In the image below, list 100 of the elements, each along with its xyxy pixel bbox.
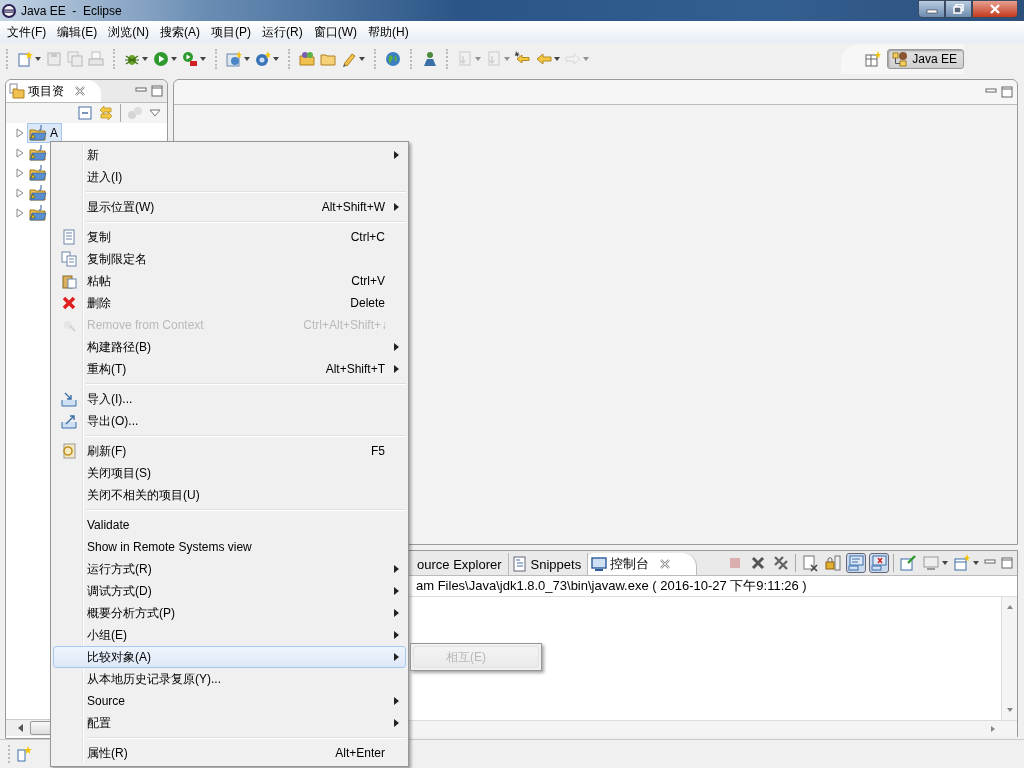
new-file-icon[interactable] <box>17 51 41 67</box>
menu-item-label: 刷新(F) <box>87 442 127 460</box>
menu-item[interactable]: Show in Remote Systems view <box>53 536 406 558</box>
menu-item[interactable]: 窗口(W) <box>308 21 363 43</box>
new-window-icon[interactable] <box>16 746 32 762</box>
menu-item-label: 重构(T) <box>87 360 127 378</box>
tree-item[interactable]: A <box>27 123 62 143</box>
close-button[interactable] <box>972 0 1018 18</box>
close-icon <box>989 4 1001 14</box>
view-tab[interactable]: ource Explorer <box>414 553 509 575</box>
view-tab[interactable]: 控制台 <box>588 553 698 575</box>
menu-item-label: 配置 <box>87 714 111 732</box>
restore-button[interactable] <box>945 0 972 18</box>
collapse-all-icon[interactable] <box>78 106 92 120</box>
remove-icon[interactable] <box>749 554 767 572</box>
run-toolbox-icon[interactable] <box>182 51 206 67</box>
view-menu-icon[interactable] <box>149 108 161 118</box>
menu-item-label: 比较对象(A) <box>87 648 151 666</box>
folder-icon <box>9 83 25 99</box>
menu-item[interactable]: 编辑(E) <box>52 21 104 43</box>
minimize-button[interactable] <box>918 0 945 18</box>
pin-icon[interactable] <box>899 554 917 572</box>
monitor-icon[interactable] <box>847 554 865 572</box>
menu-item[interactable]: 关闭不相关的项目(U) <box>53 484 406 506</box>
menu-item[interactable]: 从本地历史记录复原(Y)... <box>53 668 406 690</box>
menu-item[interactable]: 重构(T) Alt+Shift+T <box>53 358 406 380</box>
export-icon <box>61 413 77 429</box>
open-console-icon[interactable] <box>953 554 979 572</box>
scroll-lock-icon[interactable] <box>824 554 842 572</box>
remove-all-icon[interactable] <box>772 554 790 572</box>
menu-item-label: 关闭不相关的项目(U) <box>87 486 200 504</box>
paste-icon <box>61 273 77 289</box>
menu-item[interactable]: 粘帖 Ctrl+V <box>53 270 406 292</box>
menu-item[interactable]: 帮助(H) <box>363 21 415 43</box>
open-perspective-icon[interactable] <box>865 51 882 67</box>
maximize-icon[interactable] <box>1001 86 1013 98</box>
menu-item[interactable]: Source <box>53 690 406 712</box>
menu-item[interactable]: 构建路径(B) <box>53 336 406 358</box>
menu-item[interactable]: 新 <box>53 144 406 166</box>
menu-item[interactable]: 进入(I) <box>53 166 406 188</box>
project-icon[interactable] <box>27 163 49 183</box>
last-edit-icon[interactable] <box>515 51 531 67</box>
maximize-icon[interactable] <box>1001 557 1013 569</box>
menu-item[interactable]: 配置 <box>53 712 406 734</box>
menu-item-label: 小组(E) <box>87 626 127 644</box>
service-icon[interactable] <box>255 51 279 67</box>
menu-item[interactable]: 刷新(F) F5 <box>53 440 406 462</box>
menu-item[interactable]: 显示位置(W) Alt+Shift+W <box>53 196 406 218</box>
pen-icon[interactable] <box>341 51 365 67</box>
menu-item[interactable]: 导出(O)... <box>53 410 406 432</box>
submenu-arrow-icon <box>393 631 399 639</box>
view-tab[interactable]: Snippets <box>508 553 589 575</box>
shortcut-label: Alt+Enter <box>335 746 385 760</box>
menu-item-label: 导入(I)... <box>87 390 133 408</box>
run-icon[interactable] <box>153 51 177 67</box>
perspective-button[interactable]: Java EE <box>887 49 964 69</box>
menu-item[interactable]: 复制 Ctrl+C <box>53 226 406 248</box>
close-icon[interactable] <box>75 86 85 96</box>
submenu-arrow-icon <box>393 697 399 705</box>
submenu-arrow-icon <box>393 609 399 617</box>
menu-item[interactable]: 比较对象(A) <box>53 646 406 668</box>
submenu-arrow-icon <box>393 719 399 727</box>
maximize-icon[interactable] <box>151 85 163 97</box>
project-icon[interactable] <box>27 183 49 203</box>
shortcut-label: Alt+Shift+T <box>325 362 385 376</box>
project-explorer-tab[interactable]: 项目资 <box>6 80 101 102</box>
document-icon <box>511 556 528 572</box>
menu-item[interactable]: 浏览(N) <box>103 21 155 43</box>
project-icon[interactable] <box>27 203 49 223</box>
globe-icon[interactable] <box>385 51 401 67</box>
display-icon[interactable] <box>922 554 948 572</box>
menu-item-label: 复制 <box>87 228 111 246</box>
nodes-icon[interactable] <box>127 105 143 121</box>
menu-item-label: 概要分析方式(P) <box>87 604 175 622</box>
menu-item[interactable]: 删除 Delete <box>53 292 406 314</box>
menu-item[interactable]: 关闭项目(S) <box>53 462 406 484</box>
clear-console-icon[interactable] <box>801 554 819 572</box>
menu-item[interactable]: 小组(E) <box>53 624 406 646</box>
menu-item[interactable]: 文件(F) <box>2 21 53 43</box>
menu-item[interactable]: 概要分析方式(P) <box>53 602 406 624</box>
person-icon[interactable] <box>421 51 437 67</box>
back-arrow-icon[interactable] <box>536 51 560 67</box>
menu-item[interactable]: 导入(I)... <box>53 388 406 410</box>
menu-item[interactable]: 项目(P) <box>206 21 257 43</box>
menu-item-label: 导出(O)... <box>87 412 139 430</box>
delete-icon <box>61 295 77 311</box>
open-folder-icon[interactable] <box>299 51 315 67</box>
menu-item-label: 构建路径(B) <box>87 338 151 356</box>
menu-item[interactable]: 运行(R) <box>257 21 309 43</box>
monitor-error-icon[interactable] <box>870 554 888 572</box>
menu-item-label: 复制限定名 <box>87 250 147 268</box>
close-icon[interactable] <box>660 559 671 569</box>
folder-icon[interactable] <box>320 51 336 67</box>
project-icon[interactable] <box>27 143 49 163</box>
shortcut-label: Alt+Shift+W <box>321 200 385 214</box>
menu-item[interactable]: 复制限定名 <box>53 248 406 270</box>
link-icon[interactable] <box>98 105 114 121</box>
menu-item-label: Validate <box>87 518 130 532</box>
menu-item[interactable]: 搜索(A) <box>155 21 206 43</box>
menu-item[interactable]: Validate <box>53 514 406 536</box>
